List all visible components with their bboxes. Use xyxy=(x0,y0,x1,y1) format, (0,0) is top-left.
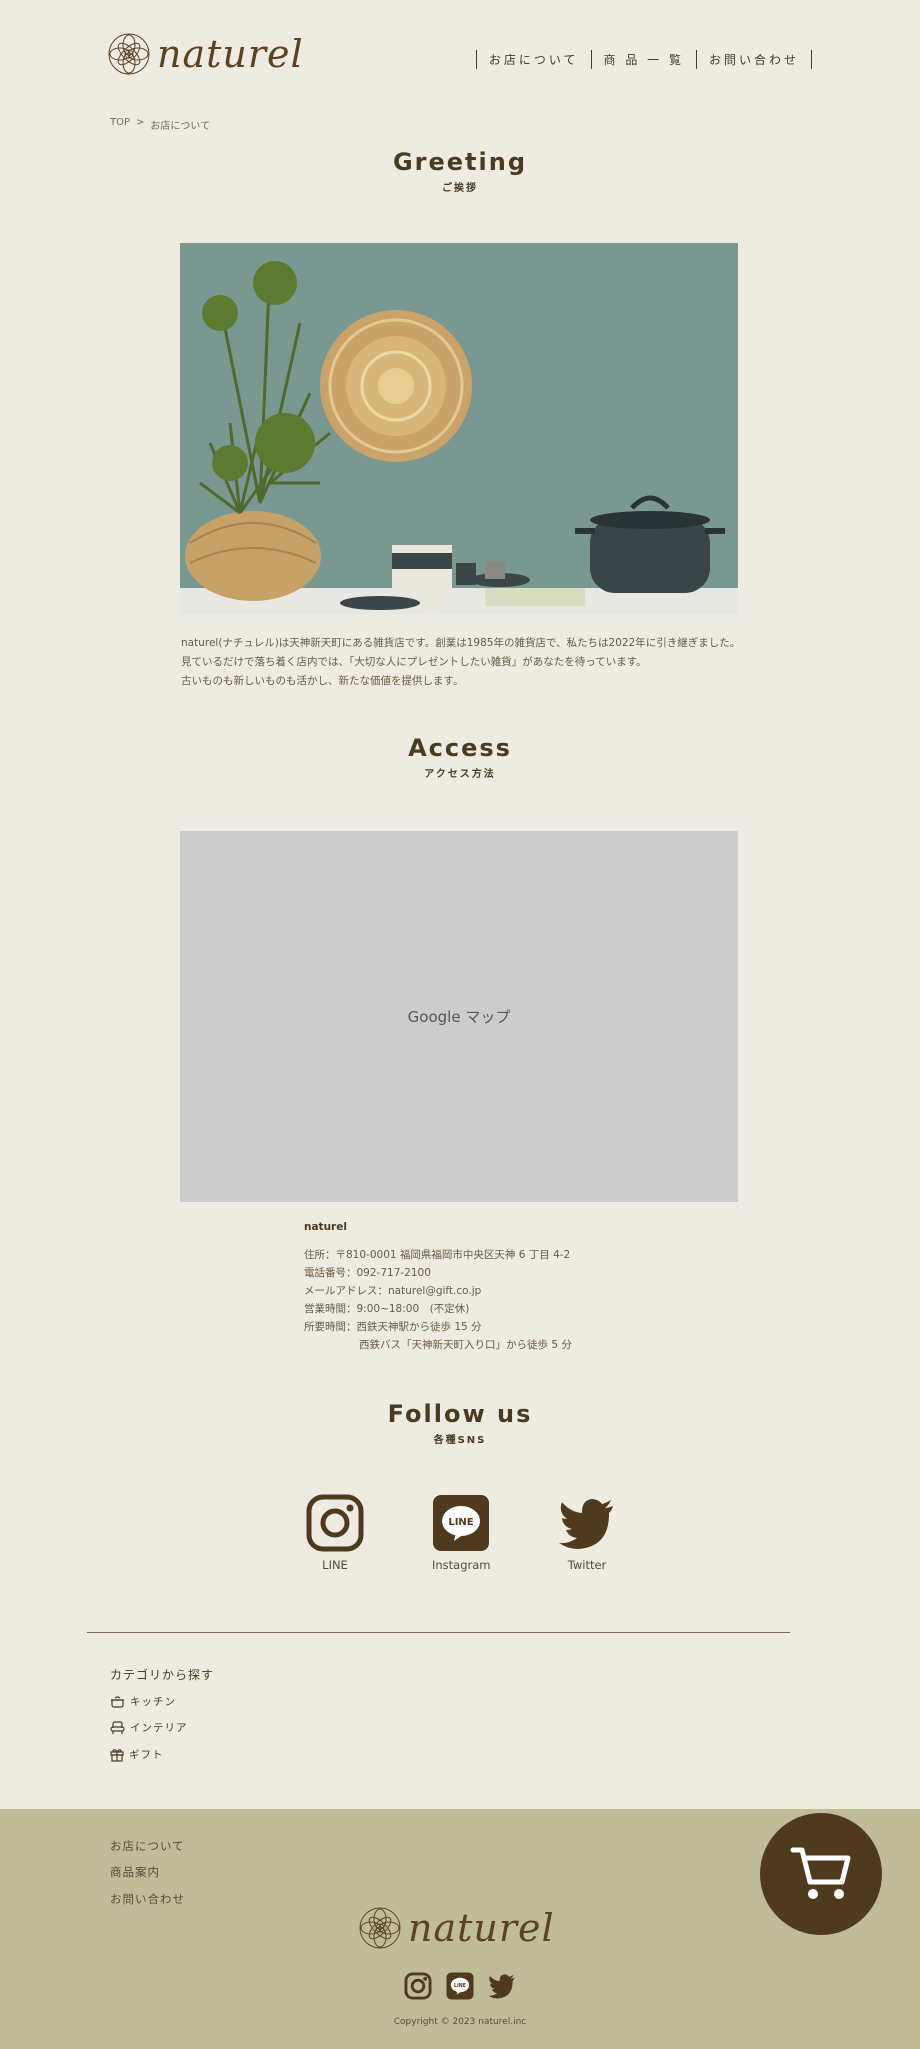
category-title: カテゴリから探す xyxy=(110,1668,215,1682)
email-value[interactable]: naturel@gift.co.jp xyxy=(388,1282,481,1300)
footer-logo[interactable]: naturel xyxy=(358,1906,555,1950)
breadcrumb-home[interactable]: TOP xyxy=(110,117,130,132)
pot-icon xyxy=(111,1696,124,1708)
greeting-line: naturel(ナチュレル)は天神新天町にある雑貨店です。創業は1985年の雑貨… xyxy=(181,637,741,649)
nav-products[interactable]: 商 品 一 覧 xyxy=(590,50,696,69)
access-title: Access xyxy=(408,734,512,762)
footer-sns-links: LINE xyxy=(404,1972,516,2000)
sns-label: Twitter xyxy=(567,1558,607,1572)
footer-link-about[interactable]: お店について xyxy=(110,1838,185,1854)
breadcrumb-separator: > xyxy=(136,117,145,128)
greeting-line: 古いものも新しいものも活かし、新たな価値を提供します。 xyxy=(181,675,464,687)
twitter-icon[interactable] xyxy=(488,1972,516,2000)
greeting-title: Greeting xyxy=(392,148,528,176)
phone-row: 電話番号： 092-717-2100 xyxy=(304,1264,572,1282)
nav-contact[interactable]: お問い合わせ xyxy=(695,50,812,69)
phone-value[interactable]: 092-717-2100 xyxy=(357,1264,431,1282)
sns-item-instagram[interactable]: LINE Instagram xyxy=(432,1494,558,1572)
access-heading: Access アクセス方法 xyxy=(0,734,920,780)
email-label: メールアドレス： xyxy=(304,1285,388,1297)
travel-time-bus: 西鉄バス「天神新天町入り口」から徒歩 5 分 xyxy=(359,1339,572,1351)
map-label: Google マップ xyxy=(407,1008,511,1026)
flower-logo-icon xyxy=(359,1907,401,1949)
follow-heading: Follow us 各種SNS xyxy=(0,1400,920,1446)
footer-link-products[interactable]: 商品案内 xyxy=(110,1864,160,1880)
sns-links: LINE LINE Instagram Twitter xyxy=(306,1494,684,1572)
chair-icon xyxy=(110,1720,125,1734)
category-label: インテリア xyxy=(130,1722,188,1734)
address-label: 住所： xyxy=(304,1249,336,1261)
flower-logo-icon xyxy=(108,33,150,75)
category-item-gift[interactable]: ギフト xyxy=(110,1747,164,1762)
instagram-icon xyxy=(306,1494,364,1552)
access-subtitle: アクセス方法 xyxy=(424,769,496,780)
gift-icon xyxy=(110,1748,124,1762)
logo-text: naturel xyxy=(157,32,304,76)
footer-logo-text: naturel xyxy=(408,1906,555,1950)
travel-time-label: 所要時間： xyxy=(304,1321,357,1333)
category-item-kitchen[interactable]: キッチン xyxy=(110,1694,176,1709)
line-icon: LINE xyxy=(433,1495,489,1551)
phone-label: 電話番号： xyxy=(304,1267,357,1279)
greeting-subtitle: ご挨拶 xyxy=(442,183,478,194)
greeting-heading: Greeting ご挨拶 xyxy=(0,148,920,194)
copyright: Copyright © 2023 naturel.inc xyxy=(393,2017,527,2027)
follow-subtitle: 各種SNS xyxy=(433,1435,487,1446)
cart-button[interactable] xyxy=(760,1813,882,1935)
category-item-interior[interactable]: インテリア xyxy=(110,1720,188,1735)
hours-row: 営業時間： 9:00~18:00 (不定休) xyxy=(304,1300,572,1318)
svg-text:LINE: LINE xyxy=(448,1517,473,1528)
sns-label: LINE xyxy=(322,1558,348,1572)
sns-item-line[interactable]: LINE xyxy=(306,1494,432,1572)
nav-about[interactable]: お店について xyxy=(475,50,591,69)
category-label: キッチン xyxy=(130,1696,176,1708)
greeting-line: 見ているだけで落ち着く店内では、「大切な人にプレゼントしたい雑貨」があなたを待っ… xyxy=(181,656,647,668)
follow-title: Follow us xyxy=(387,1400,533,1428)
cart-icon xyxy=(790,1847,851,1899)
google-map[interactable]: Google マップ xyxy=(180,831,738,1202)
main-nav: お店について 商 品 一 覧 お問い合わせ xyxy=(475,50,812,69)
travel-time-value: 西鉄天神駅から徒歩 15 分 xyxy=(356,1321,482,1333)
category-label: ギフト xyxy=(129,1749,164,1761)
instagram-icon[interactable] xyxy=(404,1972,432,2000)
breadcrumb-current: お店について xyxy=(150,121,211,132)
sns-label: Instagram xyxy=(432,1558,491,1572)
greeting-text: naturel(ナチュレル)は天神新天町にある雑貨店です。創業は1985年の雑貨… xyxy=(181,634,741,691)
address-row: 住所： 〒810-0001 福岡県福岡市中央区天神 6 丁目 4-2 xyxy=(304,1246,572,1264)
shop-info: naturel 住所： 〒810-0001 福岡県福岡市中央区天神 6 丁目 4… xyxy=(304,1221,572,1354)
twitter-icon xyxy=(559,1499,613,1549)
travel-time-row: 所要時間： 西鉄天神駅から徒歩 15 分 xyxy=(304,1318,572,1336)
svg-text:LINE: LINE xyxy=(454,1983,466,1989)
address-value: 〒810-0001 福岡県福岡市中央区天神 6 丁目 4-2 xyxy=(335,1249,571,1261)
shop-name: naturel xyxy=(304,1221,347,1233)
section-divider xyxy=(87,1632,790,1633)
sns-item-twitter[interactable]: Twitter xyxy=(558,1494,684,1572)
email-row: メールアドレス： naturel@gift.co.jp xyxy=(304,1282,572,1300)
hours-label: 営業時間： xyxy=(304,1303,357,1315)
hours-value: 9:00~18:00 (不定休) xyxy=(356,1303,470,1315)
shop-photo xyxy=(180,243,738,614)
site-logo[interactable]: naturel xyxy=(107,32,304,76)
line-icon[interactable]: LINE xyxy=(446,1972,474,2000)
footer-link-contact[interactable]: お問い合わせ xyxy=(110,1891,185,1907)
breadcrumb: TOP > お店について xyxy=(110,117,210,132)
